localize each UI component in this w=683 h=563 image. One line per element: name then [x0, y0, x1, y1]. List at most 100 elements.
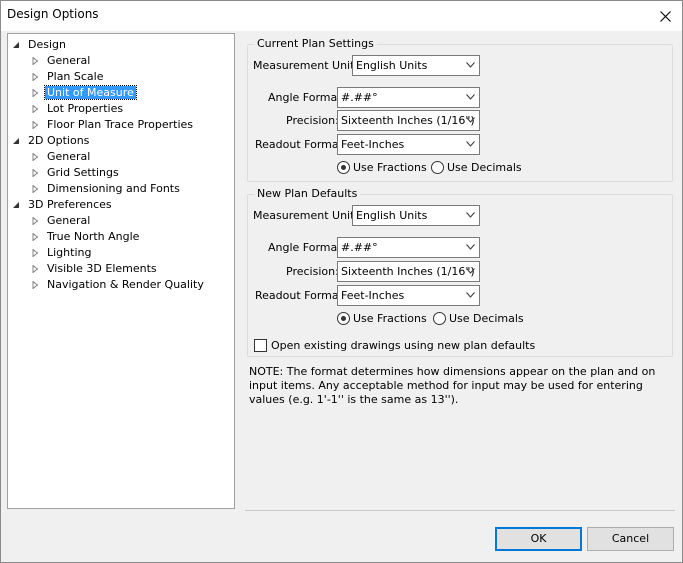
- readout-format-dropdown[interactable]: Feet-Inches: [337, 134, 480, 155]
- tree-item[interactable]: General: [31, 53, 92, 69]
- tree-item-label: Visible 3D Elements: [47, 262, 157, 275]
- group-title: New Plan Defaults: [254, 187, 361, 201]
- measurement-units-dropdown[interactable]: English Units: [352, 205, 480, 226]
- design-options-dialog: Design Options Design General Plan Scale Un…: [0, 0, 683, 563]
- tree-item[interactable]: Visible 3D Elements: [31, 261, 159, 277]
- checkbox-unchecked-icon: [254, 339, 267, 352]
- tree-item-label: 2D Options: [28, 134, 90, 147]
- chevron-down-icon: [466, 268, 475, 274]
- use-decimals-radio[interactable]: Use Decimals: [433, 312, 524, 325]
- angle-format-label: Angle Format:: [268, 91, 346, 104]
- tree-item[interactable]: 2D Options: [12, 133, 91, 149]
- tree-item[interactable]: Dimensioning and Fonts: [31, 181, 182, 197]
- group-title: Current Plan Settings: [254, 37, 377, 51]
- chevron-down-icon: [466, 117, 475, 123]
- tree-item[interactable]: Design: [12, 37, 68, 53]
- collapsed-arrow-icon[interactable]: [31, 149, 45, 165]
- use-fractions-label: Use Fractions: [353, 161, 427, 174]
- radio-selected-icon: [337, 312, 350, 325]
- chevron-down-icon: [466, 292, 475, 298]
- precision-dropdown[interactable]: Sixteenth Inches (1/16"): [337, 110, 480, 131]
- tree-item[interactable]: General: [31, 213, 92, 229]
- use-fractions-label: Use Fractions: [353, 312, 427, 325]
- radio-unselected-icon: [433, 312, 446, 325]
- readout-format-label: Readout Format:: [255, 289, 347, 302]
- collapsed-arrow-icon[interactable]: [31, 213, 45, 229]
- use-fractions-radio[interactable]: Use Fractions: [337, 161, 427, 174]
- tree-item[interactable]: True North Angle: [31, 229, 141, 245]
- readout-format-dropdown[interactable]: Feet-Inches: [337, 285, 480, 306]
- options-tree[interactable]: Design General Plan Scale Unit of Measure Lo…: [7, 33, 235, 509]
- collapsed-arrow-icon[interactable]: [31, 245, 45, 261]
- measurement-units-value: English Units: [356, 209, 428, 222]
- precision-value: Sixteenth Inches (1/16"): [341, 114, 475, 127]
- ok-button[interactable]: OK: [495, 527, 582, 551]
- collapsed-arrow-icon[interactable]: [31, 53, 45, 69]
- tree-item[interactable]: Lot Properties: [31, 101, 125, 117]
- collapsed-arrow-icon[interactable]: [31, 101, 45, 117]
- use-decimals-label: Use Decimals: [449, 312, 524, 325]
- collapsed-arrow-icon[interactable]: [31, 165, 45, 181]
- angle-format-dropdown[interactable]: #.##°: [337, 237, 480, 258]
- tree-item-label: Floor Plan Trace Properties: [47, 118, 194, 131]
- use-fractions-radio[interactable]: Use Fractions: [337, 312, 427, 325]
- tree-item[interactable]: Lighting: [31, 245, 93, 261]
- tree-item-label: General: [47, 150, 91, 163]
- use-decimals-label: Use Decimals: [447, 161, 522, 174]
- collapsed-arrow-icon[interactable]: [31, 229, 45, 245]
- readout-format-value: Feet-Inches: [341, 138, 405, 151]
- expanded-arrow-icon[interactable]: [12, 37, 26, 53]
- use-decimals-radio[interactable]: Use Decimals: [431, 161, 522, 174]
- tree-item-label: Dimensioning and Fonts: [47, 182, 180, 195]
- tree-item-label: Unit of Measure: [44, 85, 137, 100]
- tree-item-label: Design: [28, 38, 66, 51]
- open-existing-checkbox[interactable]: Open existing drawings using new plan de…: [254, 339, 535, 352]
- precision-label: Precision:: [286, 114, 339, 127]
- close-button[interactable]: [648, 1, 682, 31]
- new-plan-defaults-group: New Plan Defaults Measurement Units: Eng…: [247, 187, 673, 357]
- angle-format-dropdown[interactable]: #.##°: [337, 87, 480, 108]
- expanded-arrow-icon[interactable]: [12, 133, 26, 149]
- angle-format-value: #.##°: [341, 241, 378, 254]
- window-title: Design Options: [7, 7, 99, 21]
- tree-item[interactable]: Floor Plan Trace Properties: [31, 117, 195, 133]
- expanded-arrow-icon[interactable]: [12, 197, 26, 213]
- precision-value: Sixteenth Inches (1/16"): [341, 265, 475, 278]
- tree-item-label: Lot Properties: [47, 102, 124, 115]
- collapsed-arrow-icon[interactable]: [31, 181, 45, 197]
- chevron-down-icon: [466, 62, 475, 68]
- tree-item-label: General: [47, 54, 91, 67]
- cancel-button[interactable]: Cancel: [587, 527, 674, 551]
- radio-unselected-icon: [431, 161, 444, 174]
- title-bar: Design Options: [1, 1, 682, 31]
- tree-item[interactable]: Unit of Measure: [31, 85, 137, 101]
- tree-item[interactable]: Navigation & Render Quality: [31, 277, 206, 293]
- tree-item-label: Grid Settings: [47, 166, 119, 179]
- tree-item[interactable]: General: [31, 149, 92, 165]
- measurement-units-dropdown[interactable]: English Units: [352, 55, 480, 76]
- readout-format-label: Readout Format:: [255, 138, 347, 151]
- collapsed-arrow-icon[interactable]: [31, 277, 45, 293]
- tree-item[interactable]: Plan Scale: [31, 69, 106, 85]
- footer-divider: [245, 510, 675, 511]
- tree-item-label: 3D Preferences: [28, 198, 112, 211]
- collapsed-arrow-icon[interactable]: [31, 117, 45, 133]
- chevron-down-icon: [466, 94, 475, 100]
- tree-item-label: Navigation & Render Quality: [47, 278, 204, 291]
- measurement-units-label: Measurement Units:: [253, 209, 364, 222]
- chevron-down-icon: [466, 212, 475, 218]
- measurement-units-label: Measurement Units:: [253, 59, 364, 72]
- tree-item[interactable]: Grid Settings: [31, 165, 121, 181]
- tree-item-label: Plan Scale: [47, 70, 104, 83]
- collapsed-arrow-icon[interactable]: [31, 69, 45, 85]
- precision-dropdown[interactable]: Sixteenth Inches (1/16"): [337, 261, 480, 282]
- collapsed-arrow-icon[interactable]: [31, 261, 45, 277]
- close-icon: [659, 10, 671, 22]
- tree-item[interactable]: 3D Preferences: [12, 197, 114, 213]
- collapsed-arrow-icon[interactable]: [31, 85, 45, 101]
- radio-selected-icon: [337, 161, 350, 174]
- open-existing-label: Open existing drawings using new plan de…: [271, 339, 536, 352]
- tree-item-label: Lighting: [47, 246, 92, 259]
- chevron-down-icon: [466, 141, 475, 147]
- note-text: NOTE: The format determines how dimensio…: [249, 365, 656, 406]
